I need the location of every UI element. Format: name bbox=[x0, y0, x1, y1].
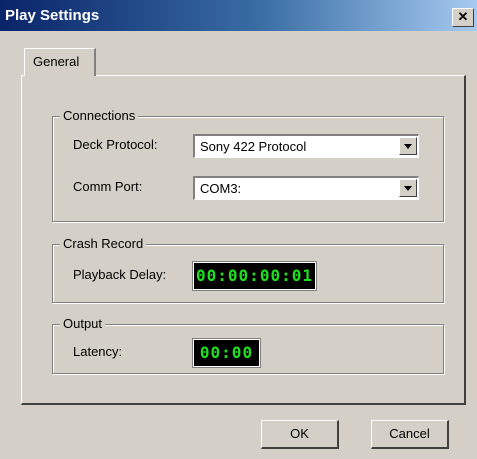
deck-protocol-value: Sony 422 Protocol bbox=[200, 139, 307, 154]
close-icon: ✕ bbox=[457, 9, 469, 24]
chevron-down-icon[interactable] bbox=[399, 179, 417, 197]
window-title: Play Settings bbox=[5, 7, 100, 24]
connections-group: Connections Deck Protocol: Sony 422 Prot… bbox=[52, 108, 444, 222]
chevron-down-icon[interactable] bbox=[399, 137, 417, 155]
deck-protocol-select[interactable]: Sony 422 Protocol bbox=[193, 134, 419, 158]
ok-button[interactable]: OK bbox=[261, 420, 339, 449]
title-bar[interactable]: Play Settings ✕ bbox=[0, 0, 477, 31]
tab-panel-general: Connections Deck Protocol: Sony 422 Prot… bbox=[21, 75, 466, 405]
cancel-button[interactable]: Cancel bbox=[371, 420, 449, 449]
playback-delay-display[interactable]: 00:00:00:01 bbox=[192, 261, 317, 291]
close-button[interactable]: ✕ bbox=[452, 8, 474, 27]
output-legend: Output bbox=[60, 316, 106, 332]
latency-label: Latency: bbox=[73, 344, 123, 359]
tab-general[interactable]: General bbox=[24, 48, 96, 76]
playback-delay-label: Playback Delay: bbox=[73, 267, 167, 282]
comm-port-value: COM3: bbox=[200, 181, 242, 196]
crash-record-group: Crash Record Playback Delay: 00:00:00:01 bbox=[52, 236, 444, 303]
comm-port-select[interactable]: COM3: bbox=[193, 176, 419, 200]
comm-port-label: Comm Port: bbox=[73, 179, 143, 194]
latency-display[interactable]: 00:00 bbox=[192, 338, 261, 368]
tab-general-label: General bbox=[33, 54, 80, 69]
output-group: Output Latency: 00:00 bbox=[52, 316, 444, 374]
crash-record-legend: Crash Record bbox=[60, 236, 147, 252]
connections-legend: Connections bbox=[60, 108, 139, 124]
deck-protocol-label: Deck Protocol: bbox=[73, 137, 158, 152]
